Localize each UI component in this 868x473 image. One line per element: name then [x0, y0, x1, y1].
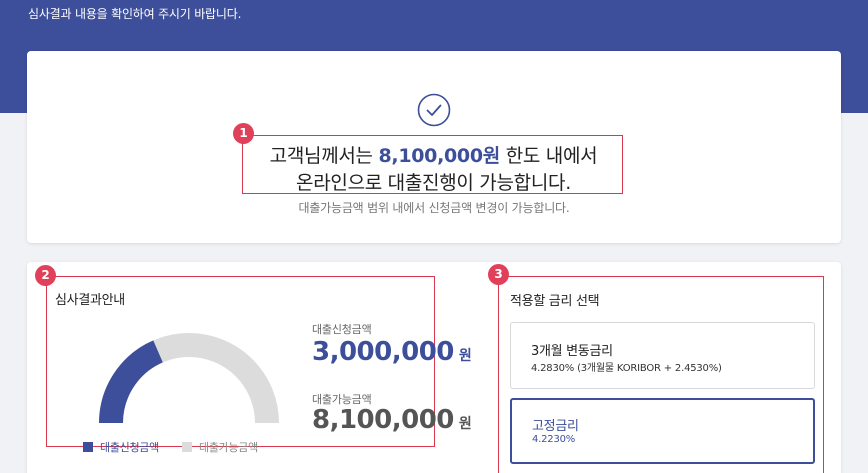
- legend-applied: 대출신청금액: [83, 439, 159, 455]
- rate-option-name: 고정금리: [532, 419, 579, 434]
- badge-1: 1: [233, 123, 254, 144]
- headline-line-1: 고객님께서는 8,100,000원 한도 내에서: [269, 145, 598, 167]
- result-headline: 고객님께서는 8,100,000원 한도 내에서 온라인으로 대출진행이 가능합…: [242, 135, 623, 194]
- rate-option-detail: 4.2230%: [532, 434, 576, 445]
- header-message: 심사결과 내용을 확인하여 주시기 바랍니다.: [28, 7, 242, 21]
- legend-available: 대출가능금액: [182, 439, 258, 455]
- legend-applied-swatch: [83, 442, 93, 452]
- result-card: 고객님께서는 8,100,000원 한도 내에서 온라인으로 대출진행이 가능합…: [27, 51, 841, 243]
- detail-card: 심사결과안내 대출신청금액 대출가능금액 대출신청금액 3,000,000 원 대…: [27, 262, 841, 473]
- rate-option-fixed[interactable]: 고정금리 4.2230%: [510, 398, 815, 464]
- summary-panel: 심사결과안내 대출신청금액 대출가능금액 대출신청금액 3,000,000 원 대…: [46, 276, 472, 454]
- badge-2: 2: [35, 265, 56, 286]
- limit-amount: 8,100,000원: [378, 145, 500, 167]
- rate-option-detail: 4.2830% (3개월물 KORIBOR + 2.4530%): [531, 363, 722, 374]
- legend-available-swatch: [182, 442, 192, 452]
- rate-option-variable[interactable]: 3개월 변동금리 4.2830% (3개월물 KORIBOR + 2.4530%…: [510, 322, 815, 389]
- gauge-applied-arc: [99, 340, 164, 423]
- available-amount-value: 8,100,000 원: [312, 405, 472, 435]
- summary-title: 심사결과안내: [55, 293, 125, 308]
- loan-gauge-chart: [99, 333, 279, 423]
- rate-option-name: 3개월 변동금리: [531, 344, 613, 359]
- badge-3: 3: [488, 264, 509, 285]
- result-subtitle: 대출가능금액 범위 내에서 신청금액 변경이 가능합니다.: [298, 201, 570, 215]
- applied-amount-label: 대출신청금액: [312, 323, 372, 336]
- check-circle-icon: [417, 93, 451, 127]
- applied-amount-value: 3,000,000 원: [312, 337, 472, 367]
- rate-title: 적용할 금리 선택: [510, 294, 600, 309]
- headline-line-2: 온라인으로 대출진행이 가능합니다.: [296, 172, 571, 194]
